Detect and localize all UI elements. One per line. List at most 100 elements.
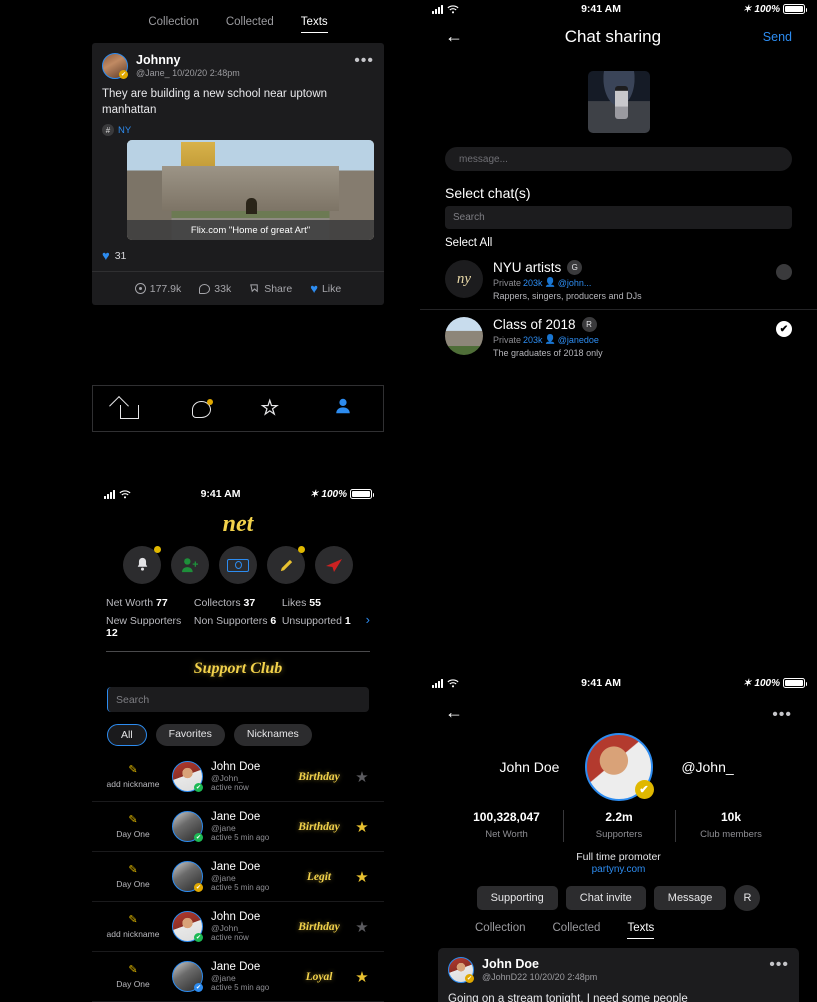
post-more-icon[interactable]: •••	[354, 53, 374, 69]
pencil-icon: ✎	[128, 763, 138, 776]
stat-club-members[interactable]: 10k Club members	[674, 810, 787, 842]
tab-collected[interactable]: Collected	[226, 16, 274, 33]
favorite-star-icon[interactable]: ★	[350, 768, 374, 786]
chip-all[interactable]: All	[107, 724, 147, 746]
chat-description: The graduates of 2018 only	[493, 348, 603, 358]
post-tag-label[interactable]: NY	[118, 125, 131, 136]
list-item[interactable]: ✎ Day One ✔ Jane Doe @jane active 5 min …	[92, 802, 384, 852]
home-icon	[119, 404, 139, 419]
chat-info: NYU artists G Private 203k 👤 @john... Ra…	[493, 260, 776, 301]
chat-select-radio[interactable]	[776, 264, 792, 280]
user-info: John Doe @John_ active now	[211, 761, 288, 792]
nickname-button[interactable]: ✎ Day One	[102, 964, 164, 989]
profile-post-card: ✔ John Doe @JohnD22 10/20/20 2:48pm ••• …	[438, 948, 799, 1002]
back-arrow-icon[interactable]: ←	[445, 26, 463, 47]
message-button[interactable]: Message	[653, 886, 727, 910]
tab-collection[interactable]: Collection	[475, 922, 526, 939]
stat-new-supporters: New Supporters 12	[106, 615, 182, 639]
tabbar-messages-button[interactable]	[189, 397, 215, 421]
list-item[interactable]: ny NYU artists G Private 203k 👤 @john...…	[420, 253, 817, 309]
list-item[interactable]: Class of 2018 R Private 203k 👤 @janedoe …	[420, 309, 817, 366]
heart-icon[interactable]: ♥	[102, 248, 110, 263]
avatar[interactable]: ✔	[172, 861, 203, 892]
tabbar-home-button[interactable]	[116, 397, 142, 421]
select-all-button[interactable]: Select All	[420, 229, 817, 253]
ny-monogram: ny	[456, 270, 472, 287]
profile-website-link[interactable]: partyny.com	[420, 863, 817, 875]
statusbar-left	[104, 489, 131, 499]
chat-search-input[interactable]: Search	[445, 206, 792, 229]
favorite-star-icon[interactable]: ★	[350, 968, 374, 986]
post-tag[interactable]: # NY	[92, 124, 384, 137]
message-input[interactable]: message...	[445, 147, 792, 171]
user-name: John Doe	[211, 911, 261, 923]
nickname-button[interactable]: ✎ Day One	[102, 814, 164, 839]
avatar[interactable]: ✔	[172, 811, 203, 842]
back-arrow-icon[interactable]: ←	[445, 702, 463, 723]
statusbar-right: ✶ 100%	[310, 488, 374, 500]
post-header: ✔ John Doe @JohnD22 10/20/20 2:48pm •••	[448, 957, 789, 983]
tab-collected[interactable]: Collected	[553, 922, 601, 939]
favorite-star-icon[interactable]: ★	[350, 918, 374, 936]
chat-select-checked-icon[interactable]: ✔	[776, 321, 792, 337]
chip-favorites[interactable]: Favorites	[155, 724, 225, 746]
add-nickname-button[interactable]: ✎ add nickname	[102, 914, 164, 939]
chevron-right-icon[interactable]: ›	[366, 612, 370, 627]
list-item[interactable]: ✎ add nickname ✔ John Doe @John_ active …	[92, 752, 384, 802]
profile-more-icon[interactable]: •••	[772, 706, 792, 722]
list-item[interactable]: ✎ Day One ✔ Jane Doe @jane active 5 min …	[92, 852, 384, 902]
send-button[interactable]	[315, 546, 353, 584]
post-views-action[interactable]: 177.9k	[134, 281, 181, 296]
online-badge-icon: ✔	[194, 783, 203, 792]
nickname-button[interactable]: ✎ Day One	[102, 864, 164, 889]
hashtag-icon: #	[102, 124, 114, 137]
tab-texts[interactable]: Texts	[627, 922, 655, 939]
statusbar-battery-text: 100%	[754, 677, 780, 689]
list-item[interactable]: ✎ add nickname ✔ John Doe @John_ active …	[92, 902, 384, 952]
round-r-button[interactable]: R	[734, 885, 761, 911]
avatar[interactable]: ✔	[172, 911, 203, 942]
tabbar-profile-button[interactable]	[334, 397, 360, 421]
stat-net-worth: 100,328,047 Net Worth	[451, 810, 563, 842]
post-share-action[interactable]: Share	[249, 281, 292, 296]
shared-image-thumbnail[interactable]	[587, 71, 650, 133]
profile-bio-text: Full time promoter	[576, 851, 661, 863]
money-button[interactable]	[219, 546, 257, 584]
chip-nicknames[interactable]: Nicknames	[233, 724, 312, 746]
tab-collection[interactable]: Collection	[148, 16, 199, 33]
avatar[interactable]: ✔	[584, 733, 654, 801]
profile-navbar: ← •••	[420, 692, 817, 727]
add-person-button[interactable]	[171, 546, 209, 584]
post-more-icon[interactable]: •••	[769, 957, 789, 973]
post-image[interactable]: Flix.com "Home of great Art"	[127, 140, 374, 241]
post-like-action[interactable]: ♥ Like	[310, 281, 341, 296]
post-likes-count: 31	[114, 249, 127, 262]
add-nickname-button[interactable]: ✎ add nickname	[102, 764, 164, 789]
bell-icon	[137, 557, 147, 571]
avatar[interactable]: ✔	[172, 761, 203, 792]
favorite-star-icon[interactable]: ★	[350, 868, 374, 886]
screenshot-root: Collection Collected Texts ✔ Johnny @Jan…	[0, 0, 817, 1002]
avatar[interactable]: ✔	[172, 961, 203, 992]
supporting-button[interactable]: Supporting	[476, 886, 558, 910]
post-comment-action[interactable]: 33k	[199, 281, 231, 296]
stat-non-supporters: Non Supporters 6	[193, 615, 277, 627]
bell-button[interactable]	[123, 546, 161, 584]
avatar[interactable]: ✔	[448, 957, 474, 983]
verified-badge-icon: ✔	[465, 974, 474, 983]
chat-owner: @john...	[557, 277, 592, 288]
list-item[interactable]: ✎ Day One ✔ Jane Doe @jane active 5 min …	[92, 952, 384, 1002]
statusbar-battery-text: 100%	[321, 488, 347, 500]
club-search-input[interactable]: Search	[107, 687, 369, 712]
stat-supporters[interactable]: 2.2m Supporters	[562, 810, 675, 842]
post-likes-row: ♥ 31	[92, 240, 384, 271]
post-comment-count: 33k	[214, 282, 232, 295]
chat-invite-button[interactable]: Chat invite	[565, 886, 646, 910]
heart-icon: ♥	[310, 281, 318, 297]
tabbar-favorites-button[interactable]: ★	[261, 397, 287, 421]
avatar[interactable]: ✔	[102, 53, 128, 79]
compose-button[interactable]	[267, 546, 305, 584]
tab-texts[interactable]: Texts	[300, 16, 328, 33]
favorite-star-icon[interactable]: ★	[350, 818, 374, 836]
send-button[interactable]: Send	[763, 30, 792, 44]
